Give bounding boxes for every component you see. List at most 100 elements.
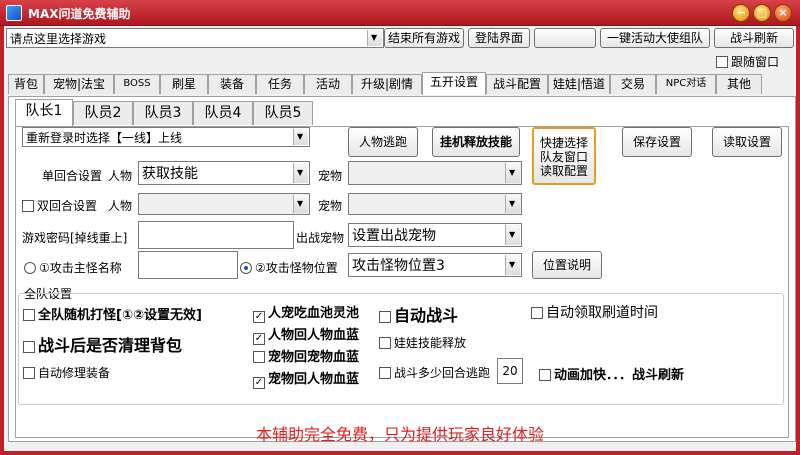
human-hp-checkbox[interactable]: ✓ 人物回人物血蓝 xyxy=(253,324,359,345)
checkbox-box[interactable] xyxy=(22,200,34,212)
tab-task[interactable]: 任务 xyxy=(256,74,304,94)
attack-pos-combo[interactable]: 攻击怪物位置3 ▼ xyxy=(348,253,522,277)
position-help-button[interactable]: 位置说明 xyxy=(532,251,602,279)
game-select-combo[interactable]: 请点这里选择游戏 ▼ xyxy=(6,28,384,48)
load-settings-button[interactable]: 读取设置 xyxy=(712,127,782,157)
battle-refresh-button[interactable]: 战斗刷新 xyxy=(714,28,794,48)
pet-human-hp-label: 宠物回人物血蓝 xyxy=(268,372,360,387)
attack-name-radio[interactable]: ①攻击主怪名称 xyxy=(24,259,122,276)
checkbox-box[interactable] xyxy=(539,369,551,381)
out-pet-combo[interactable]: 设置出战宠物 ▼ xyxy=(348,223,522,247)
checkbox-box[interactable] xyxy=(253,351,265,363)
auto-collect-label: 自动领取刷道时间 xyxy=(546,305,658,321)
checkbox-checked[interactable]: ✓ xyxy=(253,377,265,389)
minimize-button[interactable]: − xyxy=(732,4,750,22)
escape-rounds-checkbox[interactable]: 战斗多少回合逃跑 xyxy=(379,364,490,381)
chevron-down-icon[interactable]: ▼ xyxy=(505,225,520,245)
doll-skill-label: 娃娃技能释放 xyxy=(394,336,467,350)
game-select-value: 请点这里选择游戏 xyxy=(10,32,107,46)
checkbox-box[interactable] xyxy=(23,309,35,321)
checkbox-box[interactable] xyxy=(716,56,728,68)
chevron-down-icon[interactable]: ▼ xyxy=(293,163,308,183)
main-panel: 队长1 队员2 队员3 队员4 队员5 重新登录时选择【一线】上线 ▼ 人物逃跑… xyxy=(8,96,796,442)
team-envoy-button[interactable]: 一键活动大使组队 xyxy=(600,28,710,48)
tab-pet[interactable]: 宠物|法宝 xyxy=(44,74,114,94)
tab-battle-config[interactable]: 战斗配置 xyxy=(486,74,548,94)
anim-speed-checkbox[interactable]: 动画加快．．．战斗刷新 xyxy=(539,364,684,383)
attack-name-label: ①攻击主怪名称 xyxy=(39,261,122,275)
close-button[interactable]: × xyxy=(774,4,792,22)
auto-repair-label: 自动修理装备 xyxy=(38,366,111,380)
escape-button[interactable]: 人物逃跑 xyxy=(348,127,418,157)
checkbox-box[interactable] xyxy=(379,367,391,379)
attack-pos-radio[interactable]: ②攻击怪物位置 xyxy=(240,259,338,276)
subtab-member5[interactable]: 队员5 xyxy=(253,101,313,125)
chevron-down-icon[interactable]: ▼ xyxy=(367,30,382,46)
footer-banner: 本辅助完全免费，只为提供玩家良好体验 xyxy=(255,425,544,444)
clear-bag-label: 战斗后是否清理背包 xyxy=(38,336,183,355)
pet-human-hp-checkbox[interactable]: ✓ 宠物回人物血蓝 xyxy=(253,368,359,389)
human-pet-hp-checkbox[interactable]: ✓ 人宠吃血池灵池 xyxy=(253,302,359,323)
char-skill-combo[interactable]: 获取技能 ▼ xyxy=(138,161,310,185)
relogin-combo[interactable]: 重新登录时选择【一线】上线 ▼ xyxy=(22,127,310,147)
relogin-value: 重新登录时选择【一线】上线 xyxy=(26,131,183,145)
checkbox-checked[interactable]: ✓ xyxy=(253,333,265,345)
char-skill-combo-2[interactable]: ▼ xyxy=(138,193,310,215)
checkbox-box[interactable] xyxy=(379,337,391,349)
tab-doll[interactable]: 娃娃|悟道 xyxy=(548,74,610,94)
doll-skill-checkbox[interactable]: 娃娃技能释放 xyxy=(379,334,466,351)
tab-trade[interactable]: 交易 xyxy=(610,74,656,94)
tab-bag[interactable]: 背包 xyxy=(8,74,44,94)
tab-star[interactable]: 刷星 xyxy=(160,74,208,94)
subtab-member2[interactable]: 队员2 xyxy=(73,101,133,125)
tab-five-open[interactable]: 五开设置 xyxy=(422,72,486,95)
chevron-down-icon[interactable]: ▼ xyxy=(293,129,308,145)
checkbox-box[interactable] xyxy=(23,367,35,379)
password-input[interactable] xyxy=(138,221,294,249)
chevron-down-icon[interactable]: ▼ xyxy=(293,195,308,213)
team-settings-group: 全队随机打怪[①②设置无效] 战斗后是否清理背包 自动修理装备 ✓ 人宠吃血池灵池… xyxy=(18,293,784,405)
pet-skill-combo[interactable]: ▼ xyxy=(348,161,522,185)
maximize-button[interactable]: □ xyxy=(753,4,771,22)
random-attack-checkbox[interactable]: 全队随机打怪[①②设置无效] xyxy=(23,304,202,323)
double-round-checkbox[interactable]: 双回合设置 xyxy=(22,197,97,214)
pet-skill-combo-2[interactable]: ▼ xyxy=(348,193,522,215)
app-icon xyxy=(6,5,22,21)
subtab-leader[interactable]: 队长1 xyxy=(15,99,73,126)
auto-repair-checkbox[interactable]: 自动修理装备 xyxy=(23,364,110,381)
auto-battle-checkbox[interactable]: 自动战斗 xyxy=(379,302,458,326)
out-pet-value: 设置出战宠物 xyxy=(352,228,436,244)
radio-dot-selected[interactable] xyxy=(240,262,252,274)
chevron-down-icon[interactable]: ▼ xyxy=(505,163,520,183)
auto-collect-checkbox[interactable]: 自动领取刷道时间 xyxy=(531,302,658,322)
chevron-down-icon[interactable]: ▼ xyxy=(505,255,520,275)
end-all-games-button[interactable]: 结束所有游戏 xyxy=(384,28,464,48)
login-ui-button[interactable]: 登陆界面 xyxy=(468,28,530,48)
pet-hp-label: 宠物回宠物血蓝 xyxy=(268,350,360,365)
hangup-skill-button[interactable]: 挂机释放技能 xyxy=(432,127,520,157)
tab-equip[interactable]: 装备 xyxy=(208,74,256,94)
tab-boss[interactable]: BOSS xyxy=(114,74,160,94)
checkbox-box[interactable] xyxy=(531,307,543,319)
save-settings-button[interactable]: 保存设置 xyxy=(622,127,692,157)
checkbox-box[interactable] xyxy=(379,311,391,323)
pet-hp-checkbox[interactable]: 宠物回宠物血蓝 xyxy=(253,346,359,365)
checkbox-box[interactable] xyxy=(23,341,35,353)
title-bar: MAX问道免费辅助 − □ × xyxy=(0,0,800,26)
tab-activity[interactable]: 活动 xyxy=(304,74,352,94)
subtab-member4[interactable]: 队员4 xyxy=(193,101,253,125)
tab-upgrade[interactable]: 升级|剧情 xyxy=(352,74,422,94)
tab-other[interactable]: 其他 xyxy=(716,74,762,94)
checkbox-checked[interactable]: ✓ xyxy=(253,311,265,323)
attack-name-input[interactable] xyxy=(138,251,238,279)
radio-dot[interactable] xyxy=(24,262,36,274)
quick-select-button[interactable]: 快捷选择 队友窗口 读取配置 xyxy=(532,127,596,185)
blank-button[interactable] xyxy=(534,28,596,48)
chevron-down-icon[interactable]: ▼ xyxy=(505,195,520,213)
escape-rounds-input[interactable]: 20 xyxy=(497,358,523,384)
char-label-2: 人物 xyxy=(108,199,133,213)
clear-bag-checkbox[interactable]: 战斗后是否清理背包 xyxy=(23,332,182,356)
tab-npc[interactable]: NPC对话 xyxy=(656,74,716,94)
follow-window-checkbox[interactable]: 跟随窗口 xyxy=(716,53,779,70)
subtab-member3[interactable]: 队员3 xyxy=(133,101,193,125)
